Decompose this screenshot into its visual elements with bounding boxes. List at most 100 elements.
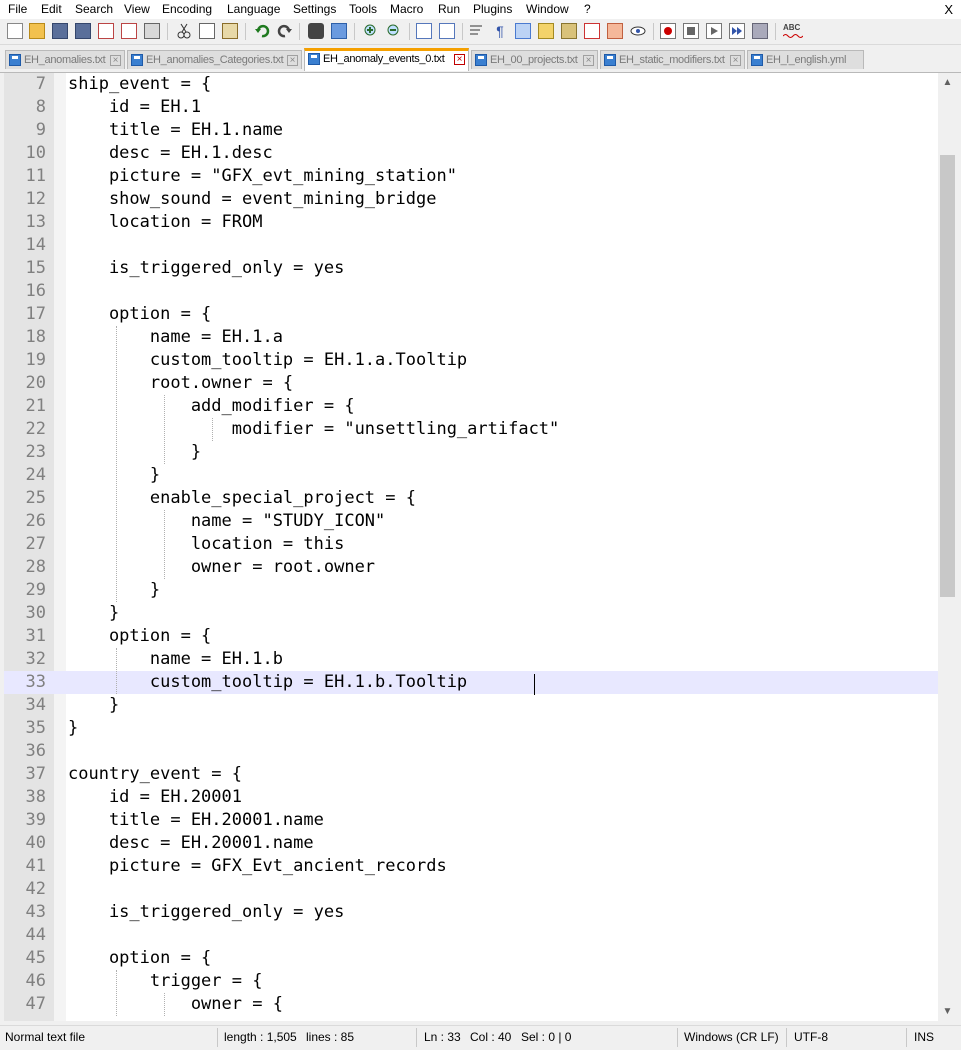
save-macro-icon[interactable] (752, 23, 768, 39)
sync-horizontal-icon[interactable] (439, 23, 455, 39)
paste-icon[interactable] (222, 23, 238, 39)
print-icon[interactable] (144, 23, 160, 39)
code-line[interactable]: 38 id = EH.20001 (4, 786, 938, 809)
code-line[interactable]: 46 trigger = { (4, 970, 938, 993)
tab-close-icon[interactable]: × (730, 55, 741, 66)
code-line[interactable]: 11 picture = "GFX_evt_mining_station" (4, 165, 938, 188)
undo-icon[interactable] (254, 23, 270, 39)
new-file-icon[interactable] (7, 23, 23, 39)
save-icon[interactable] (52, 23, 68, 39)
menu-macro[interactable]: Macro (390, 2, 423, 17)
code-line[interactable]: 12 show_sound = event_mining_bridge (4, 188, 938, 211)
close-icon[interactable] (98, 23, 114, 39)
record-macro-icon[interactable] (660, 23, 676, 39)
tab-eh-anomalies[interactable]: EH_anomalies.txt × (5, 50, 125, 69)
open-file-icon[interactable] (29, 23, 45, 39)
sync-vertical-icon[interactable] (416, 23, 432, 39)
code-line[interactable]: 8 id = EH.1 (4, 96, 938, 119)
menu-language[interactable]: Language (227, 2, 280, 17)
code-line[interactable]: 28 owner = root.owner (4, 556, 938, 579)
close-all-icon[interactable] (121, 23, 137, 39)
code-line[interactable]: 27 location = this (4, 533, 938, 556)
stop-macro-icon[interactable] (683, 23, 699, 39)
code-line[interactable]: 22 modifier = "unsettling_artifact" (4, 418, 938, 441)
code-line[interactable]: 23 } (4, 441, 938, 464)
scroll-down-arrow-icon[interactable]: ▼ (938, 1002, 957, 1021)
tab-eh-projects[interactable]: EH_00_projects.txt × (471, 50, 598, 69)
code-line[interactable]: 30 } (4, 602, 938, 625)
close-document-button[interactable]: X (944, 2, 953, 17)
code-line[interactable]: 37 country_event = { (4, 763, 938, 786)
scroll-up-arrow-icon[interactable]: ▲ (938, 73, 957, 92)
tab-eh-anomaly-events[interactable]: EH_anomaly_events_0.txt × (304, 48, 469, 71)
code-line[interactable]: 10 desc = EH.1.desc (4, 142, 938, 165)
menu-view[interactable]: View (124, 2, 150, 17)
save-all-icon[interactable] (75, 23, 91, 39)
function-list-icon[interactable] (584, 23, 600, 39)
code-line[interactable]: 44 (4, 924, 938, 947)
menu-edit[interactable]: Edit (41, 2, 62, 17)
code-line[interactable]: 13 location = FROM (4, 211, 938, 234)
menu-window[interactable]: Window (526, 2, 569, 17)
code-line[interactable]: 47 owner = { (4, 993, 938, 1016)
code-line[interactable]: 39 title = EH.20001.name (4, 809, 938, 832)
redo-icon[interactable] (277, 23, 293, 39)
tab-eh-english-yml[interactable]: EH_l_english.yml (747, 50, 864, 69)
menu-run[interactable]: Run (438, 2, 460, 17)
menu-file[interactable]: File (8, 2, 27, 17)
cut-icon[interactable] (176, 23, 192, 39)
status-encoding[interactable]: UTF-8 (794, 1030, 828, 1044)
code-line[interactable]: 9 title = EH.1.name (4, 119, 938, 142)
vertical-scrollbar[interactable]: ▲ ▼ (938, 73, 957, 1021)
code-line[interactable]: 42 (4, 878, 938, 901)
menu-help[interactable]: ? (584, 2, 591, 17)
find-icon[interactable] (308, 23, 324, 39)
monitoring-eye-icon[interactable] (630, 23, 646, 39)
menu-plugins[interactable]: Plugins (473, 2, 512, 17)
code-line[interactable]: 26 name = "STUDY_ICON" (4, 510, 938, 533)
tab-close-icon[interactable]: × (583, 55, 594, 66)
run-macro-multiple-icon[interactable] (729, 23, 745, 39)
menu-encoding[interactable]: Encoding (162, 2, 212, 17)
code-line[interactable]: 17 option = { (4, 303, 938, 326)
code-line[interactable]: 20 root.owner = { (4, 372, 938, 395)
code-line[interactable]: 33 custom_tooltip = EH.1.b.Tooltip (4, 671, 938, 694)
code-line[interactable]: 19 custom_tooltip = EH.1.a.Tooltip (4, 349, 938, 372)
spell-check-icon[interactable]: ABC (783, 23, 803, 39)
play-macro-icon[interactable] (706, 23, 722, 39)
zoom-in-icon[interactable] (363, 23, 379, 39)
copy-icon[interactable] (199, 23, 215, 39)
code-line[interactable]: 29 } (4, 579, 938, 602)
tab-eh-static-modifiers[interactable]: EH_static_modifiers.txt × (600, 50, 745, 69)
menu-tools[interactable]: Tools (349, 2, 377, 17)
code-line[interactable]: 15 is_triggered_only = yes (4, 257, 938, 280)
status-eol[interactable]: Windows (CR LF) (684, 1030, 779, 1044)
code-line[interactable]: 40 desc = EH.20001.name (4, 832, 938, 855)
code-line[interactable]: 32 name = EH.1.b (4, 648, 938, 671)
document-map-icon[interactable] (561, 23, 577, 39)
code-line[interactable]: 36 (4, 740, 938, 763)
tab-eh-anomalies-categories[interactable]: EH_anomalies_Categories.txt × (127, 50, 302, 69)
code-line[interactable]: 21 add_modifier = { (4, 395, 938, 418)
code-line[interactable]: 25 enable_special_project = { (4, 487, 938, 510)
menu-settings[interactable]: Settings (293, 2, 336, 17)
code-line[interactable]: 45 option = { (4, 947, 938, 970)
code-line[interactable]: 16 (4, 280, 938, 303)
word-wrap-icon[interactable] (469, 23, 485, 39)
replace-icon[interactable] (331, 23, 347, 39)
status-insert-mode[interactable]: INS (914, 1030, 934, 1044)
zoom-out-icon[interactable] (386, 23, 402, 39)
show-all-characters-icon[interactable]: ¶ (492, 23, 508, 39)
user-defined-language-icon[interactable] (538, 23, 554, 39)
code-line[interactable]: 34 } (4, 694, 938, 717)
indent-guide-icon[interactable] (515, 23, 531, 39)
code-line[interactable]: 43 is_triggered_only = yes (4, 901, 938, 924)
code-line[interactable]: 24 } (4, 464, 938, 487)
code-line[interactable]: 31 option = { (4, 625, 938, 648)
menu-search[interactable]: Search (75, 2, 113, 17)
code-line[interactable]: 7 ship_event = { (4, 73, 938, 96)
tab-close-icon[interactable]: × (287, 55, 298, 66)
code-line[interactable]: 41 picture = GFX_Evt_ancient_records (4, 855, 938, 878)
tab-close-icon[interactable]: × (454, 54, 465, 65)
code-line[interactable]: 14 (4, 234, 938, 257)
